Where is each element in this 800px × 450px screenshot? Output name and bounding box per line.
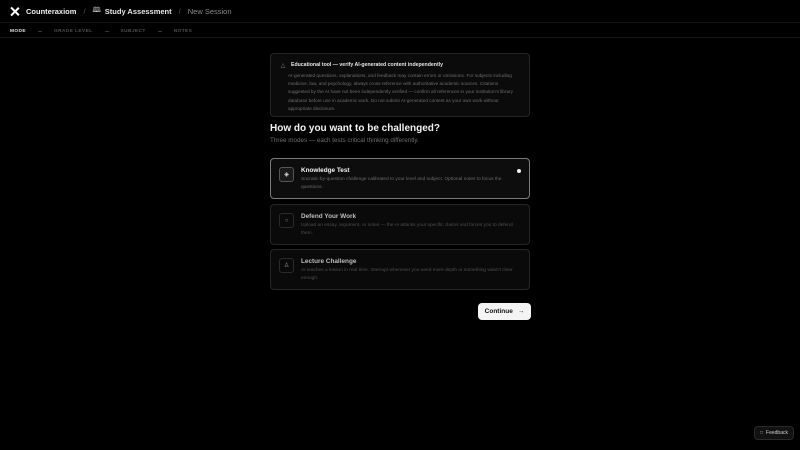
- page-subtitle: Three modes — each tests critical thinki…: [270, 137, 419, 144]
- step-subject: SUBJECT: [121, 29, 146, 34]
- feedback-label: Feedback: [766, 430, 788, 436]
- mode-title: Knowledge Test: [301, 167, 350, 174]
- step-label: GRADE LEVEL: [54, 28, 93, 34]
- mode-description: AI teaches a lesson in real time. Interr…: [301, 268, 513, 282]
- breadcrumb-separator: /: [178, 6, 181, 16]
- warning-icon: △: [280, 62, 286, 69]
- step-divider: [104, 30, 109, 32]
- mode-option-defend-your-work[interactable]: ○ Defend Your Work Upload an essay, argu…: [270, 204, 530, 245]
- mode-title: Lecture Challenge: [301, 258, 357, 265]
- mode-description: Socratic-by-question challenge calibrate…: [301, 177, 502, 191]
- arrow-right-icon: →: [517, 308, 525, 315]
- brand-name[interactable]: Counteraxiom: [26, 7, 76, 16]
- disclaimer-body: AI-generated questions, explanations, an…: [288, 73, 513, 111]
- step-mode: MODE: [10, 29, 26, 34]
- continue-button[interactable]: Continue →: [478, 303, 531, 320]
- steps-divider-line: [0, 37, 800, 38]
- graduation-cap-icon: ◈: [279, 167, 294, 182]
- top-bar: Counteraxiom / 🕮︎ Study Assessment / New…: [0, 0, 800, 23]
- book-icon: 🕮︎: [92, 6, 101, 14]
- step-divider: [38, 30, 42, 32]
- step-notes: NOTES: [174, 29, 193, 34]
- selected-indicator: [517, 169, 521, 173]
- step-label: NOTES: [173, 28, 193, 34]
- step-label: MODE: [10, 28, 26, 34]
- person-icon: ♙: [279, 258, 294, 273]
- disclaimer-title: Educational tool — verify AI-generated c…: [291, 62, 443, 68]
- step-grade-level: GRADE LEVEL: [54, 29, 93, 34]
- breadcrumb-new-session: New Session: [187, 6, 232, 16]
- mode-description: Upload an essay, argument, or notes — th…: [301, 223, 513, 237]
- breadcrumb-separator: /: [83, 6, 86, 16]
- mode-option-lecture-challenge[interactable]: ♙ Lecture Challenge AI teaches a lesson …: [270, 249, 530, 290]
- page-title: How do you want to be challenged?: [270, 123, 441, 134]
- ai-disclaimer-card: △ Educational tool — verify AI-generated…: [270, 53, 530, 117]
- step-label: SUBJECT: [120, 28, 146, 34]
- step-divider: [157, 30, 162, 32]
- continue-label: Continue: [484, 308, 513, 315]
- logo-x-icon[interactable]: [10, 7, 19, 16]
- feedback-button[interactable]: □ Feedback: [754, 426, 794, 440]
- chat-icon: □: [760, 430, 764, 436]
- shield-icon: ○: [279, 213, 294, 228]
- step-indicator: MODE GRADE LEVEL SUBJECT NOTES: [10, 27, 192, 35]
- mode-option-knowledge-test[interactable]: ◈ Knowledge Test Socratic-by-question ch…: [270, 158, 530, 199]
- mode-title: Defend Your Work: [301, 213, 357, 220]
- breadcrumb-study-assessment[interactable]: Study Assessment: [105, 7, 172, 16]
